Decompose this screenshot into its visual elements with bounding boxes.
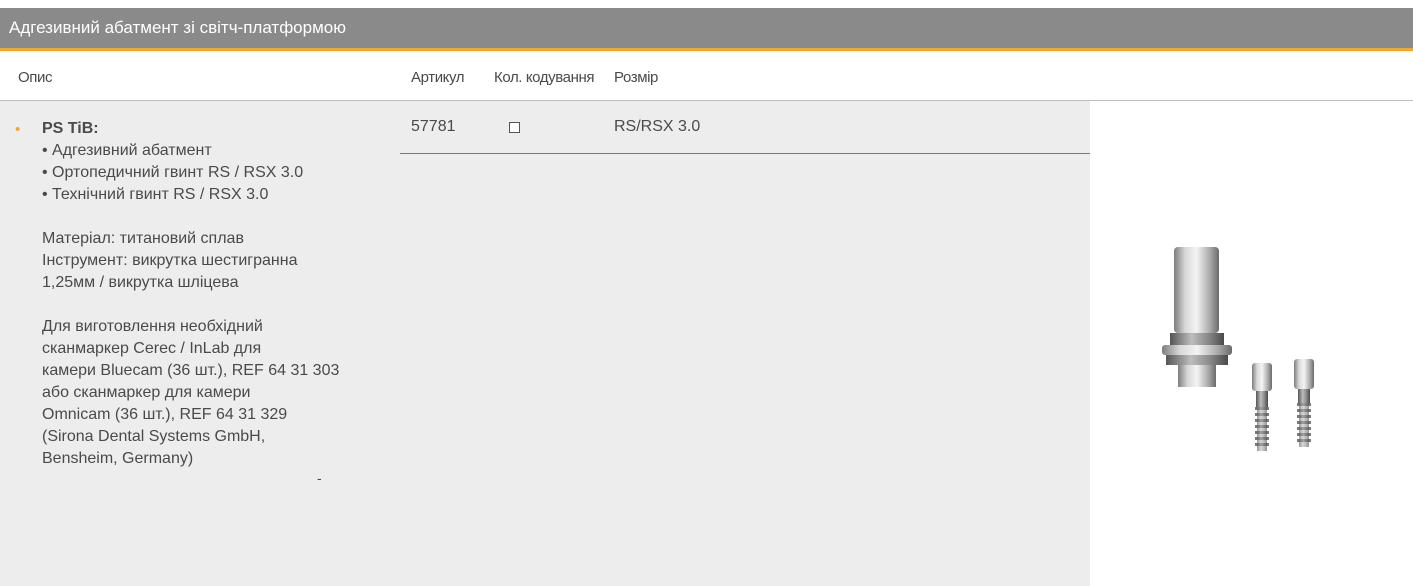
manufacturing-note: Для виготовлення необхідний (42, 318, 263, 335)
manufacturing-note: Bensheim, Germany) (42, 450, 194, 467)
column-header-size: Розмір (614, 69, 658, 86)
product-description: PS TiB: • Адгезивний абатмент • Ортопеди… (42, 118, 339, 470)
manufacturing-note: Omnicam (36 шт.), REF 64 31 329 (42, 406, 288, 423)
bullet-icon: • (15, 121, 21, 138)
page-title: Адгезивний абатмент зі світч-платформою (9, 18, 346, 37)
row-divider (400, 153, 1090, 154)
abutment-with-screws (1162, 247, 1314, 451)
component-item: • Адгезивний абатмент (42, 142, 212, 159)
column-header-color-coding: Кол. кодування (494, 69, 595, 86)
title-bar: Адгезивний абатмент зі світч-платформою (0, 8, 1413, 51)
manufacturing-note: або сканмаркер для камери (42, 384, 251, 401)
checkbox-icon (509, 122, 520, 133)
size-value: RS/RSX 3.0 (614, 118, 701, 135)
instrument-text: 1,25мм / викрутка шліцева (42, 274, 239, 291)
technical-screw-shape (1294, 359, 1314, 447)
manufacturing-note: камери Bluecam (36 шт.), REF 64 31 303 (42, 362, 340, 379)
instrument-text: Інструмент: викрутка шестигранна (42, 252, 298, 269)
article-number: 57781 (411, 118, 456, 135)
prosthetic-screw-shape (1252, 363, 1272, 451)
column-header-description: Опис (18, 69, 53, 86)
component-item: • Технічний гвинт RS / RSX 3.0 (42, 186, 269, 203)
product-name: PS TiB: (42, 120, 99, 137)
table-header: Опис Артикул Кол. кодування Розмір (0, 51, 1413, 101)
manufacturing-note: сканмаркер Cerec / InLab для (42, 340, 262, 357)
material-text: Матеріал: титановий сплав (42, 230, 244, 247)
abutment-shape (1162, 247, 1232, 387)
column-header-article: Артикул (411, 69, 465, 86)
stray-mark: - (317, 470, 322, 486)
manufacturing-note: (Sirona Dental Systems GmbH, (42, 428, 266, 445)
component-item: • Ортопедичний гвинт RS / RSX 3.0 (42, 164, 304, 181)
